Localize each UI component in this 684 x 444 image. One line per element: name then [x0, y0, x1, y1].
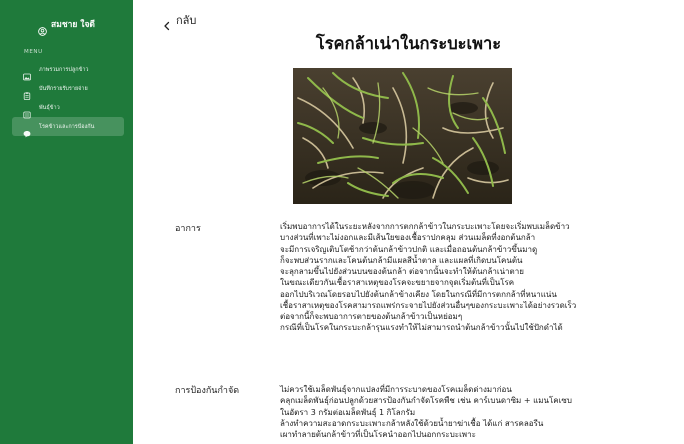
prevention-line: ในอัตรา 3 กรัมต่อเมล็ดพันธุ์ 1 กิโลกรัม [280, 407, 416, 417]
sidebar-item-rice-varieties[interactable]: พันธุ์ข้าว [12, 98, 124, 118]
user-name: สมชาย ใจดี [51, 20, 95, 30]
symptoms-line: ออกไปบริเวณโดยรอบไปยังต้นกล้าข้างเคียง โ… [280, 289, 557, 299]
sidebar-nav: ภาพรวมการปลูกข้าว บันทึกรายรับรายจ่าย พั… [0, 60, 133, 137]
symptoms-line: ก็จะพบส่วนรากและโคนต้นกล้ามีแผลสีน้ำตาล … [280, 255, 523, 265]
back-label: กลับ [176, 14, 197, 27]
symptoms-line: ต่อจากนี้ก็จะพบอาการตายของต้นกล้าข้าวเป็… [280, 312, 463, 321]
seedling-illustration [293, 68, 512, 204]
back-button[interactable]: กลับ [163, 13, 197, 31]
symptoms-line: จะลุกลามขึ้นไปยังส่วนบนของต้นกล้า ต่อจาก… [280, 267, 524, 276]
sidebar-item-finance[interactable]: บันทึกรายรับรายจ่าย [12, 79, 124, 100]
symptoms-line: เริ่มพบอาการได้ในระยะหลังจากการตกกล้าข้า… [280, 222, 570, 231]
sidebar-item-label: โรคข้าวและการป้องกัน [39, 123, 95, 130]
symptoms-text: เริ่มพบอาการได้ในระยะหลังจากการตกกล้าข้า… [280, 221, 660, 334]
prevention-line: ล้างทำความสะอาดกระบะเพาะกล้าหลังใช้ด้วยน… [280, 418, 544, 428]
chevron-left-icon [163, 16, 171, 31]
prevention-line: คลุกเมล็ดพันธุ์ก่อนปลูกด้วยสารป้องกันกำจ… [280, 396, 572, 406]
sidebar-item-rice-diseases[interactable]: โรคข้าวและการป้องกัน [12, 117, 124, 137]
sidebar-item-label: ภาพรวมการปลูกข้าว [39, 66, 89, 73]
symptoms-line: จะมีการเจริญเติบโตช้ากว่าต้นกล้าข้าวปกติ… [280, 244, 538, 254]
prevention-label: การป้องกันกำจัด [175, 386, 240, 396]
symptoms-label: อาการ [175, 224, 201, 234]
symptoms-line: บางส่วนที่เพาะไม่งอกและมีเส้นใยของเชื้อร… [280, 233, 536, 243]
sidebar-item-label: บันทึกรายรับรายจ่าย [39, 85, 88, 92]
clipboard-icon [23, 85, 31, 100]
prevention-text: ไม่ควรใช้เมล็ดพันธุ์จากแปลงที่มีการระบาด… [280, 384, 660, 440]
user-profile[interactable]: สมชาย ใจดี [0, 19, 133, 36]
disease-photo [293, 68, 512, 204]
sidebar: สมชาย ใจดี MENU ภาพรวมการปลูกข้าว บันทึก… [0, 0, 133, 444]
image-icon [23, 66, 31, 80]
symptoms-line: กรณีที่เป็นโรคในกระบะกล้ารุนแรงทำให้ไม่ส… [280, 323, 563, 333]
symptoms-line: ในขณะเดียวกันเชื้อราสาเหตุของโรคจะขยายจา… [280, 278, 515, 288]
symptoms-line: เชื้อราสาเหตุของโรคสามารถแพร่กระจายไปยัง… [280, 300, 577, 310]
user-circle-icon [38, 21, 47, 36]
prevention-line: เผาทำลายต้นกล้าข้าวที่เป็นโรคนำออกไปนอกก… [280, 430, 476, 439]
menu-section-label: MENU [24, 49, 43, 55]
chat-bubble-icon [23, 123, 31, 137]
app-window: สมชาย ใจดี MENU ภาพรวมการปลูกข้าว บันทึก… [0, 0, 684, 444]
prevention-line: ไม่ควรใช้เมล็ดพันธุ์จากแปลงที่มีการระบาด… [280, 385, 512, 394]
main-content: กลับ โรคกล้าเน่าในกระบะเพาะ อาการ เริ่มพ… [133, 0, 684, 444]
list-icon [23, 104, 31, 118]
sidebar-item-overview[interactable]: ภาพรวมการปลูกข้าว [12, 60, 124, 80]
page-title: โรคกล้าเน่าในกระบะเพาะ [315, 34, 502, 53]
sidebar-item-label: พันธุ์ข้าว [39, 104, 60, 111]
